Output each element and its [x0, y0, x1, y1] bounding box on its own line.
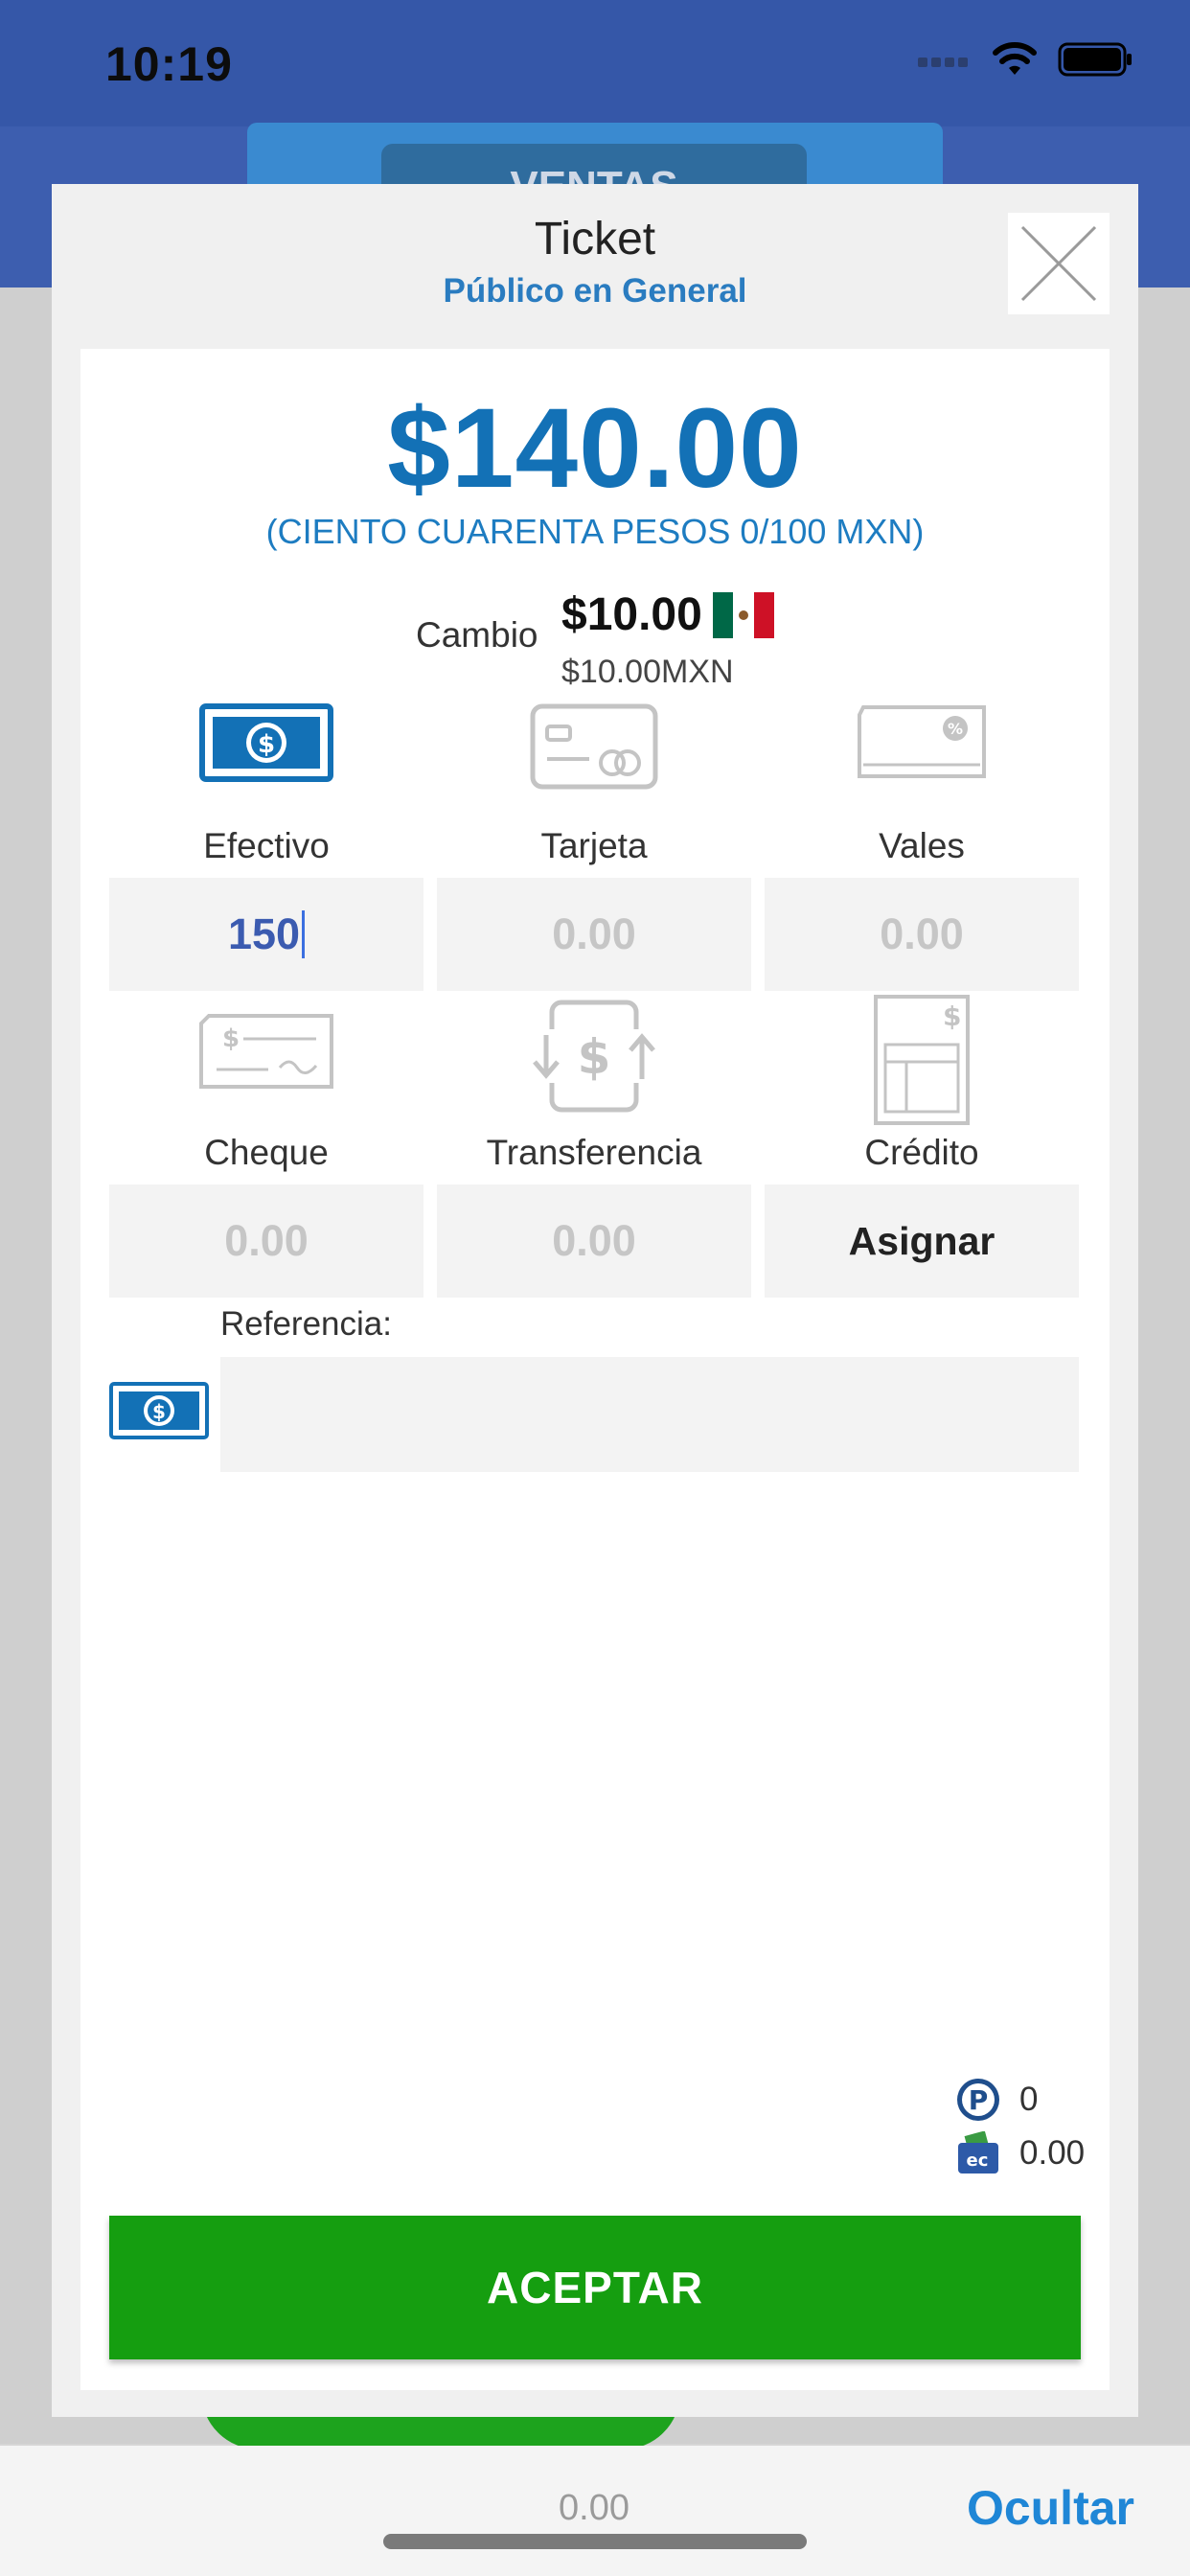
payment-card: $140.00 (CIENTO CUARENTA PESOS 0/100 MXN…	[80, 349, 1110, 2390]
voucher-input[interactable]: 0.00	[765, 878, 1079, 991]
card-input[interactable]: 0.00	[437, 878, 751, 991]
customer-name[interactable]: Público en General	[52, 272, 1138, 310]
svg-text:$: $	[258, 730, 275, 759]
wallet-icon: ec	[958, 2131, 998, 2174]
reference-label: Referencia:	[220, 1305, 392, 1343]
payment-label: Efectivo	[203, 826, 330, 865]
signal-icon	[918, 58, 968, 67]
svg-text:$: $	[152, 1400, 166, 1423]
reference-method: $	[109, 1382, 209, 1444]
home-indicator	[383, 2534, 807, 2549]
points-balance: P 0	[956, 2078, 1038, 2122]
svg-text:$: $	[943, 1000, 961, 1032]
wallet-value: 0.00	[1019, 2134, 1086, 2172]
svg-text:$: $	[578, 1029, 611, 1085]
payment-label: Vales	[879, 826, 965, 865]
status-icons	[918, 42, 1133, 77]
svg-text:P: P	[969, 2084, 989, 2116]
close-icon	[1020, 225, 1097, 302]
battery-icon	[1058, 42, 1132, 77]
points-value: 0	[1019, 2081, 1039, 2118]
credit-icon: $	[874, 995, 970, 1125]
payment-label: Cheque	[204, 1133, 329, 1172]
svg-text:ec: ec	[967, 2150, 989, 2171]
change-amount: $10.00	[561, 589, 702, 640]
status-bar: 10:19	[0, 0, 1190, 126]
transfer-icon: $	[533, 1000, 655, 1113]
mexico-flag-icon	[713, 592, 774, 638]
wallet-balance: ec 0.00	[956, 2131, 1085, 2175]
total-amount: $140.00	[387, 385, 803, 512]
assign-credit-button[interactable]: Asignar	[765, 1184, 1079, 1298]
accept-button[interactable]: ACEPTAR	[109, 2216, 1081, 2359]
ticket-modal: Ticket Público en General $140.00 (CIENT…	[52, 184, 1138, 2417]
reference-input[interactable]	[220, 1357, 1079, 1472]
hide-button[interactable]: Ocultar	[967, 2480, 1134, 2536]
cash-icon: $	[109, 1382, 209, 1439]
voucher-icon: %	[858, 705, 986, 778]
text-caret	[302, 910, 306, 958]
bottom-amount: 0.00	[559, 2488, 629, 2528]
change-amount-mxn: $10.00MXN	[561, 654, 734, 690]
close-button[interactable]	[1008, 213, 1110, 314]
cash-icon: $	[199, 703, 333, 782]
total-amount-words: (CIENTO CUARENTA PESOS 0/100 MXN)	[265, 512, 925, 551]
payment-label: Crédito	[864, 1133, 979, 1172]
check-input[interactable]: 0.00	[109, 1184, 423, 1298]
wifi-icon	[993, 42, 1037, 75]
transfer-input[interactable]: 0.00	[437, 1184, 751, 1298]
change-label: Cambio	[416, 615, 538, 655]
svg-text:$: $	[222, 1024, 240, 1053]
status-time: 10:19	[105, 37, 233, 91]
check-icon: $	[199, 1014, 333, 1089]
card-icon	[530, 703, 658, 790]
payment-label: Tarjeta	[540, 826, 648, 865]
svg-text:%: %	[948, 720, 963, 738]
points-icon: P	[957, 2079, 999, 2121]
modal-title: Ticket	[534, 214, 656, 264]
cash-input-value: 150	[227, 909, 301, 958]
payment-label: Transferencia	[486, 1133, 702, 1172]
cash-input[interactable]: 150	[109, 878, 423, 991]
